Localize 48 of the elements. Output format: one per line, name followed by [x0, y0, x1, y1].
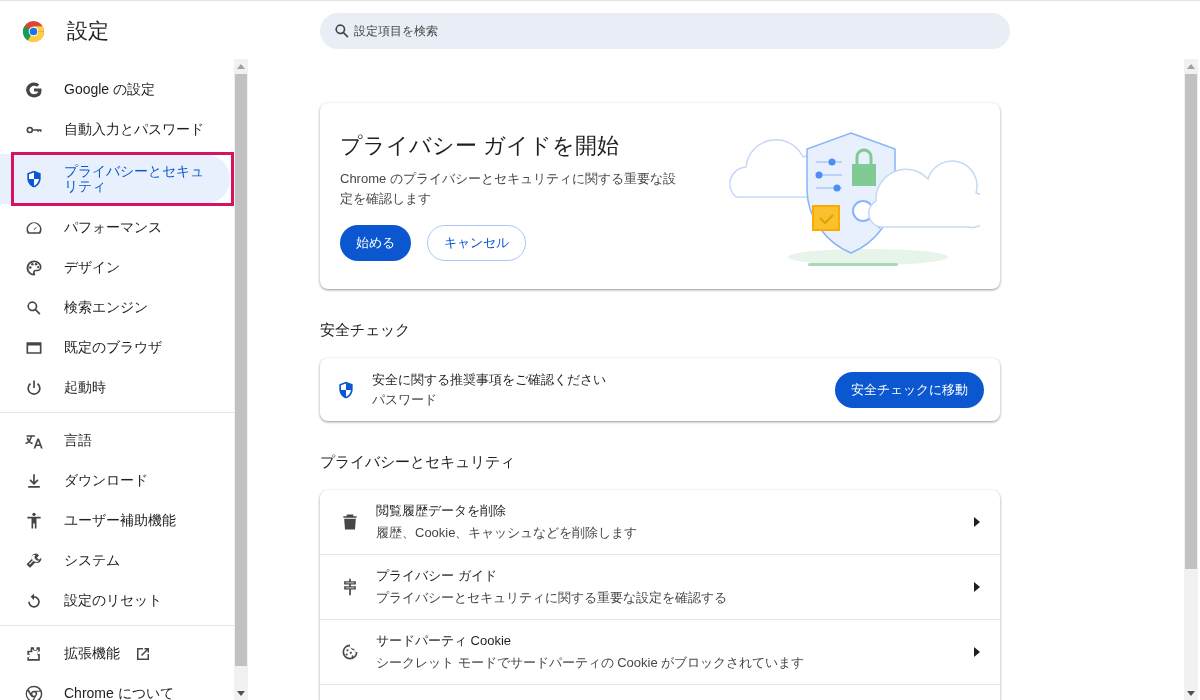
settings-row[interactable]: 閲覧履歴データを削除 履歴、Cookie、キャッシュなどを削除します — [320, 490, 1000, 555]
cookie-icon — [340, 642, 360, 662]
accessibility-icon — [24, 511, 44, 531]
settings-title: 設定 — [67, 18, 109, 44]
power-icon — [24, 378, 44, 398]
sidebar-item[interactable]: 起動時 — [0, 368, 230, 408]
sidebar-item[interactable]: Google の設定 — [0, 70, 230, 110]
sidebar-item[interactable]: ダウンロード — [0, 461, 230, 501]
shield-icon — [24, 169, 44, 189]
sidebar-item[interactable]: システム — [0, 541, 230, 581]
scrollbar[interactable] — [234, 59, 248, 700]
safety-check-button[interactable]: 安全チェックに移動 — [835, 371, 984, 408]
trash-can-icon — [340, 512, 360, 532]
sidebar-item[interactable]: 自動入力とパスワード — [0, 110, 230, 150]
sidebar-item[interactable]: Chrome について — [0, 674, 230, 700]
settings-row[interactable]: サードパーティ Cookie シークレット モードでサードパーティの Cookie がブロックされています — [320, 620, 1000, 685]
sidebar-item[interactable]: デザイン — [0, 248, 230, 288]
section-heading: プライバシーとセキュリティ — [320, 453, 516, 472]
safety-detail: パスワード — [372, 390, 438, 409]
scroll-up-icon[interactable] — [1187, 64, 1195, 69]
settings-row[interactable]: プライバシー ガイド プライバシーとセキュリティに関する重要な設定を確認する — [320, 555, 1000, 620]
external-link-icon — [134, 645, 152, 663]
section-heading: 安全チェック — [320, 321, 411, 340]
caret-icon — [974, 517, 980, 527]
google-g-icon — [24, 80, 44, 100]
sidebar-item[interactable]: ユーザー補助機能 — [0, 501, 230, 541]
scroll-down-icon[interactable] — [237, 691, 245, 696]
shield-icon — [336, 379, 356, 400]
scroll-down-icon[interactable] — [1187, 691, 1195, 696]
caret-icon — [974, 582, 980, 592]
card-description: Chrome のプライバシーとセキュリティに関する重要な設定を確認します — [340, 170, 677, 208]
caret-icon — [974, 647, 980, 657]
chrome-logo-icon — [22, 19, 45, 43]
palette-icon — [24, 258, 44, 278]
sidebar-item[interactable]: パフォーマンス — [0, 208, 230, 248]
scrollbar[interactable] — [1184, 59, 1198, 700]
chrome-logo-icon — [24, 684, 44, 700]
sidebar-item[interactable]: 既定のブラウザ — [0, 328, 230, 368]
sidebar-item[interactable]: 拡張機能 — [0, 634, 230, 674]
scroll-up-icon[interactable] — [237, 64, 245, 69]
search-field[interactable]: 設定項目を検索 — [320, 13, 1010, 49]
sidebar-item[interactable]: 検索エンジン — [0, 288, 230, 328]
cancel-button[interactable]: キャンセル — [427, 225, 526, 261]
sidebar-item[interactable]: 設定のリセット — [0, 581, 230, 621]
start-button[interactable]: 始める — [340, 225, 411, 261]
sidebar-item[interactable]: 言語 — [0, 421, 230, 461]
safety-message: 安全に関する推奨事項をご確認ください — [372, 370, 607, 389]
card-title: プライバシー ガイドを開始 — [340, 132, 621, 160]
